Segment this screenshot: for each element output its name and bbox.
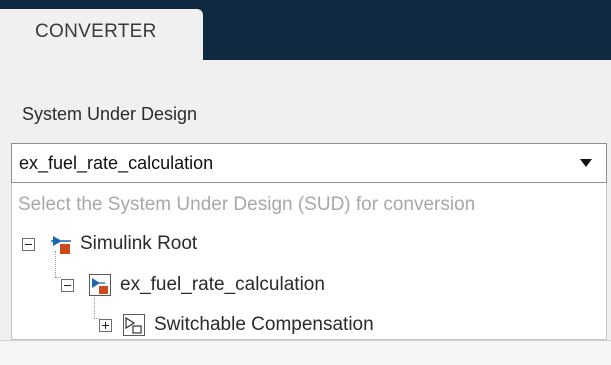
tree-item-ex-fuel-rate-calculation[interactable]: ex_fuel_rate_calculation bbox=[61, 270, 325, 300]
tree-item-label: ex_fuel_rate_calculation bbox=[120, 274, 325, 295]
sud-dropdown-list: Select the System Under Design (SUD) for… bbox=[11, 183, 607, 340]
toolstrip-tab-bar: CONVERTER bbox=[0, 0, 611, 60]
sud-combo-box[interactable]: ex_fuel_rate_calculation bbox=[11, 143, 607, 183]
model-icon bbox=[89, 274, 111, 296]
system-under-design-label: System Under Design bbox=[22, 104, 198, 124]
tree-item-switchable-compensation[interactable]: Switchable Compensation bbox=[99, 310, 374, 340]
expand-icon[interactable] bbox=[99, 318, 112, 332]
tree-item-label: Switchable Compensation bbox=[154, 314, 374, 335]
sud-selected-value: ex_fuel_rate_calculation bbox=[19, 153, 214, 173]
tab-converter[interactable]: CONVERTER bbox=[0, 9, 203, 60]
subsystem-icon bbox=[123, 314, 145, 336]
collapse-icon[interactable] bbox=[22, 237, 35, 251]
panel-footer bbox=[0, 340, 611, 365]
converter-app: CONVERTER System Under Design ex_fuel_ra… bbox=[0, 0, 611, 365]
simulink-root-icon bbox=[51, 236, 71, 254]
collapse-icon[interactable] bbox=[61, 278, 74, 292]
tree-item-label: Simulink Root bbox=[80, 233, 198, 254]
chevron-down-icon[interactable] bbox=[580, 159, 592, 167]
tree-item-simulink-root[interactable]: Simulink Root bbox=[22, 229, 197, 259]
sud-dropdown-hint: Select the System Under Design (SUD) for… bbox=[18, 194, 476, 215]
